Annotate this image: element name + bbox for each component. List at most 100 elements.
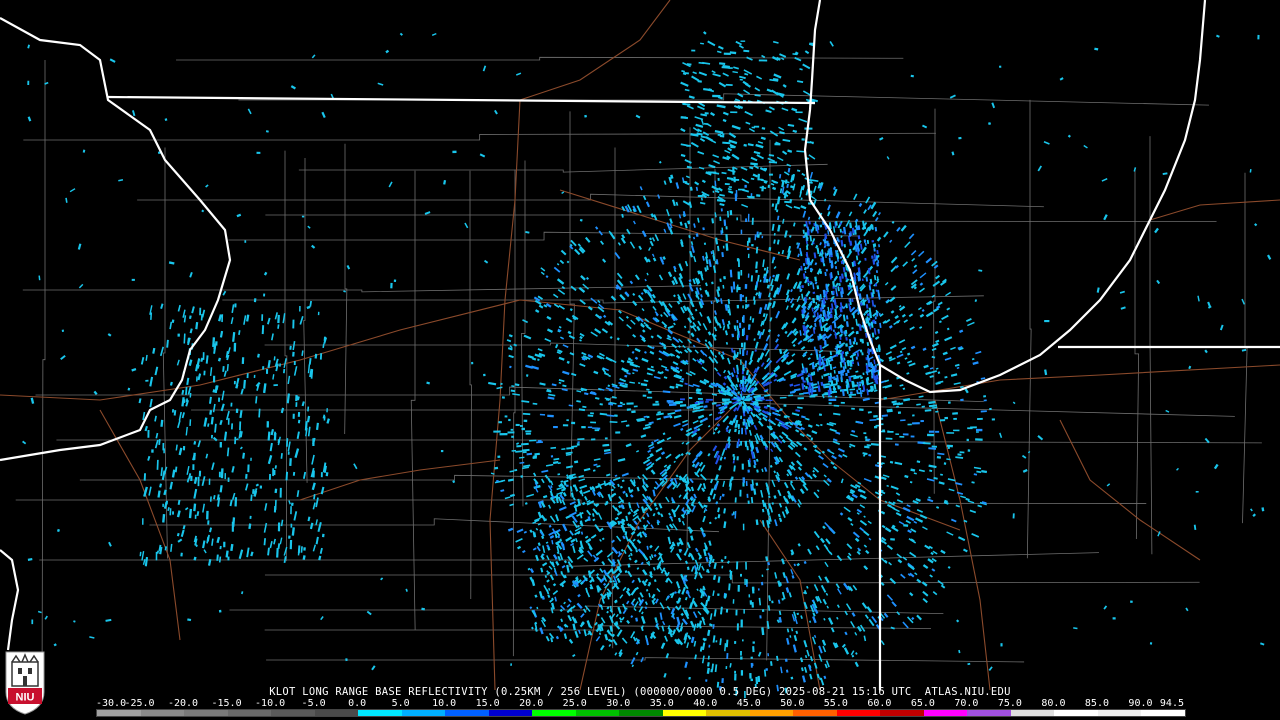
radar-echo bbox=[855, 226, 859, 231]
radar-echo bbox=[738, 44, 744, 49]
radar-echo bbox=[834, 260, 838, 265]
radar-echo bbox=[638, 245, 643, 250]
radar-echo bbox=[849, 240, 853, 246]
radar-echo bbox=[753, 368, 757, 374]
radar-echo bbox=[924, 409, 932, 412]
radar-echo bbox=[1267, 254, 1272, 260]
radar-echo bbox=[804, 296, 808, 302]
scale-label: 90.0 bbox=[1128, 698, 1153, 709]
radar-echo bbox=[684, 159, 692, 164]
radar-echo bbox=[736, 351, 739, 358]
radar-echo bbox=[684, 88, 690, 92]
radar-echo bbox=[925, 311, 934, 318]
radar-echo bbox=[702, 61, 711, 65]
radar-echo bbox=[243, 315, 247, 325]
radar-echo bbox=[777, 438, 783, 444]
radar-echo bbox=[595, 636, 601, 642]
radar-echo bbox=[698, 301, 703, 309]
radar-echo bbox=[560, 618, 564, 623]
radar-echo bbox=[592, 469, 596, 472]
radar-echo bbox=[697, 105, 705, 111]
radar-echo bbox=[827, 359, 831, 366]
radar-echo bbox=[659, 256, 664, 263]
radar-echo bbox=[774, 519, 778, 527]
radar-echo bbox=[793, 611, 797, 619]
radar-echo bbox=[937, 380, 944, 384]
radar-echo bbox=[891, 400, 897, 404]
radar-echo bbox=[578, 286, 586, 293]
radar-echo bbox=[677, 588, 682, 594]
radar-echo bbox=[786, 273, 791, 280]
radar-echo bbox=[727, 370, 732, 376]
radar-echo bbox=[733, 406, 738, 412]
radar-echo bbox=[889, 239, 893, 243]
radar-echo bbox=[727, 298, 731, 304]
radar-echo bbox=[509, 503, 514, 507]
color-bar-segment bbox=[271, 710, 315, 716]
radar-echo bbox=[713, 310, 718, 316]
radar-echo bbox=[616, 535, 622, 542]
radar-echo bbox=[538, 502, 543, 509]
radar-echo bbox=[791, 353, 796, 357]
radar-echo bbox=[105, 618, 112, 622]
radar-echo bbox=[675, 182, 680, 189]
radar-echo bbox=[529, 529, 533, 533]
radar-echo bbox=[946, 307, 951, 311]
radar-echo bbox=[714, 664, 718, 673]
radar-echo bbox=[802, 321, 806, 325]
radar-echo bbox=[616, 629, 623, 637]
radar-echo bbox=[626, 600, 630, 605]
radar-echo bbox=[615, 572, 621, 579]
radar-echo bbox=[326, 418, 330, 424]
radar-echo bbox=[965, 318, 972, 323]
radar-echo bbox=[663, 673, 667, 678]
radar-echo bbox=[848, 338, 852, 346]
radar-echo bbox=[148, 486, 152, 496]
radar-echo bbox=[824, 561, 829, 568]
radar-echo bbox=[765, 278, 769, 283]
radar-echo bbox=[569, 501, 576, 506]
radar-echo bbox=[781, 558, 785, 565]
radar-echo bbox=[637, 548, 645, 556]
radar-echo bbox=[752, 402, 760, 407]
radar-echo bbox=[875, 374, 879, 380]
radar-echo bbox=[813, 662, 818, 669]
radar-echo bbox=[870, 321, 874, 328]
radar-echo bbox=[646, 325, 652, 331]
radar-echo bbox=[108, 541, 112, 547]
radar-echo bbox=[958, 649, 961, 654]
radar-echo bbox=[223, 370, 227, 377]
radar-echo bbox=[848, 445, 852, 448]
radar-echo bbox=[162, 513, 166, 523]
radar-echo bbox=[807, 357, 811, 361]
radar-echo bbox=[896, 353, 904, 359]
radar-echo bbox=[864, 309, 870, 315]
radar-echo bbox=[904, 474, 909, 479]
radar-echo bbox=[159, 546, 163, 555]
radar-echo bbox=[509, 493, 515, 498]
radar-echo bbox=[187, 618, 192, 622]
radar-echo bbox=[944, 357, 952, 361]
radar-echo bbox=[934, 330, 939, 335]
radar-echo bbox=[795, 409, 801, 412]
radar-echo bbox=[634, 559, 638, 564]
radar-echo bbox=[603, 443, 609, 447]
radar-echo bbox=[1261, 507, 1265, 512]
radar-echo bbox=[526, 493, 535, 498]
radar-echo bbox=[516, 528, 524, 533]
radar-echo bbox=[56, 528, 60, 533]
radar-echo bbox=[786, 252, 791, 260]
radar-echo bbox=[829, 248, 833, 256]
radar-echo bbox=[202, 503, 206, 513]
radar-echo bbox=[654, 233, 660, 242]
radar-echo bbox=[721, 448, 726, 457]
radar-echo bbox=[612, 638, 618, 646]
radar-echo bbox=[827, 617, 834, 625]
radar-echo bbox=[869, 278, 873, 285]
county-line bbox=[15, 499, 1147, 504]
radar-echo bbox=[258, 408, 261, 418]
radar-echo bbox=[746, 350, 749, 356]
product-header-text: KLOT LONG RANGE BASE REFLECTIVITY (0.25K… bbox=[269, 686, 1011, 698]
radar-echo bbox=[558, 496, 563, 504]
radar-echo bbox=[886, 408, 893, 412]
